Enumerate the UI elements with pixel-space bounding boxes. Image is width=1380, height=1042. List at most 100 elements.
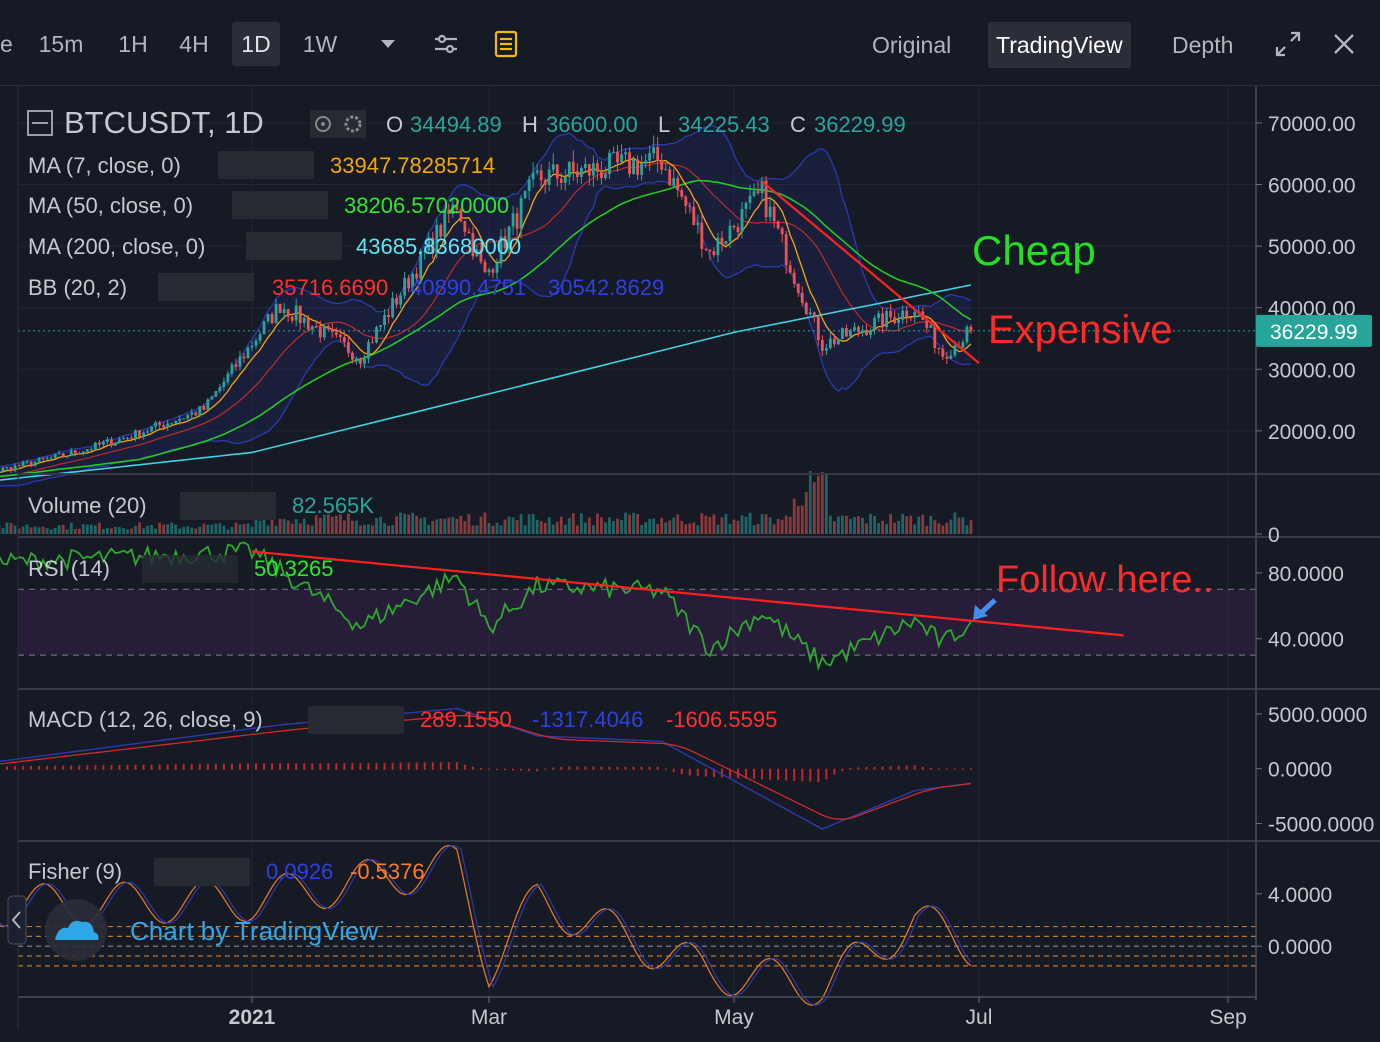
volume-bar — [499, 525, 503, 534]
expand-icon[interactable] — [1272, 28, 1304, 60]
volume-bar — [21, 526, 25, 534]
volume-bar — [776, 518, 780, 534]
volume-bar — [837, 516, 840, 534]
volume-bar — [49, 529, 53, 534]
volume-bar — [278, 518, 282, 534]
view-tradingview[interactable]: TradingView — [988, 22, 1131, 68]
candle-body — [632, 159, 635, 175]
candle-body — [351, 352, 354, 360]
close-icon[interactable] — [1328, 28, 1360, 60]
volume-bar — [692, 522, 696, 534]
candle-body — [567, 161, 571, 178]
candle-body — [338, 334, 342, 338]
volume-bar — [154, 528, 158, 534]
fisher-legend-value-1: 0.0926 — [266, 859, 333, 884]
volume-bar — [732, 519, 736, 534]
candle-body — [531, 172, 535, 180]
volume-bar — [889, 514, 893, 534]
volume-bar — [547, 517, 551, 534]
volume-bar — [716, 524, 720, 534]
timeframe-1h[interactable]: 1H — [108, 22, 158, 66]
macd-hist-bar — [648, 766, 651, 770]
legend-controls-macd — [308, 706, 404, 734]
volume-legend-name: Volume (20) — [28, 493, 147, 518]
macd-hist-bar — [600, 766, 603, 770]
candle-body — [33, 461, 37, 466]
candle-body — [226, 373, 230, 382]
macd-hist-bar — [142, 764, 145, 770]
candle-body — [945, 356, 949, 359]
volume-bar — [314, 515, 318, 534]
candle-body — [736, 227, 740, 233]
candle-body — [170, 423, 174, 425]
sliders-icon[interactable] — [430, 28, 462, 60]
candle-body — [893, 317, 897, 323]
macd-hist-bar — [255, 763, 258, 770]
volume-bar — [471, 525, 475, 534]
candle-body — [620, 154, 623, 163]
volume-bar — [89, 524, 93, 534]
candle-body — [154, 422, 158, 427]
candle-body — [363, 358, 366, 364]
volume-bar — [467, 514, 471, 534]
macd-hist-bar — [528, 768, 531, 771]
legend-controls-ma7 — [218, 151, 314, 179]
chevron-down-icon[interactable] — [372, 28, 404, 60]
volume-bar — [318, 518, 322, 534]
candle-body — [210, 396, 214, 400]
last-price-tag-text: 36229.99 — [1270, 321, 1358, 344]
price-axis-label: 0.0000 — [1268, 936, 1332, 959]
macd-hist-bar — [230, 763, 233, 770]
timeframe-4h[interactable]: 4H — [170, 22, 218, 66]
note-icon[interactable] — [490, 28, 522, 60]
macd-legend-value-2: -1317.4046 — [532, 707, 643, 732]
candle-body — [21, 461, 25, 466]
view-original[interactable]: Original — [864, 22, 959, 68]
volume-bar — [150, 524, 153, 534]
volume-bar — [443, 518, 447, 534]
volume-bar — [246, 523, 250, 534]
macd-hist-bar — [86, 765, 89, 770]
candle-body — [672, 178, 676, 186]
macd-hist-bar — [455, 762, 458, 770]
volume-bar — [9, 523, 13, 534]
volume-bar — [587, 517, 591, 534]
macd-hist-bar — [632, 766, 635, 770]
volume-bar — [728, 524, 732, 534]
volume-bar — [45, 528, 49, 534]
candle-body — [81, 451, 85, 454]
volume-bar — [459, 515, 463, 534]
volume-bar — [53, 527, 57, 534]
volume-bar — [865, 523, 868, 534]
volume-bar — [178, 528, 182, 534]
timeframe-1w[interactable]: 1W — [294, 22, 346, 66]
candle-body — [684, 196, 688, 206]
candle-body — [732, 225, 736, 228]
volume-bar — [957, 517, 961, 534]
volume-bar — [118, 527, 121, 534]
volume-bar — [652, 518, 656, 534]
candle-body — [716, 237, 720, 256]
candle-body — [559, 178, 563, 183]
volume-bar — [487, 523, 491, 534]
macd-hist-bar — [825, 768, 828, 780]
timeframe-partial[interactable]: e — [0, 22, 13, 66]
volume-bar — [953, 512, 957, 534]
volume-bar — [97, 522, 101, 534]
timeframe-15m[interactable]: 15m — [30, 22, 92, 66]
candle-body — [889, 310, 893, 318]
macd-hist-bar — [174, 764, 177, 770]
price-chart[interactable]: 70000.0060000.0050000.0040000.0030000.00… — [0, 86, 1380, 1042]
candle-body — [342, 337, 346, 343]
volume-bar — [571, 513, 575, 534]
volume-bar — [604, 522, 607, 534]
candle-body — [41, 457, 45, 459]
view-depth[interactable]: Depth — [1164, 22, 1241, 68]
macd-hist-bar — [640, 766, 643, 770]
ohlc-high: 36600.00 — [546, 112, 638, 137]
candle-body — [913, 312, 917, 318]
timeframe-1d[interactable]: 1D — [232, 22, 280, 66]
volume-bar — [632, 512, 635, 534]
price-axis-label: 60000.00 — [1268, 175, 1356, 198]
macd-hist-bar — [656, 766, 659, 770]
